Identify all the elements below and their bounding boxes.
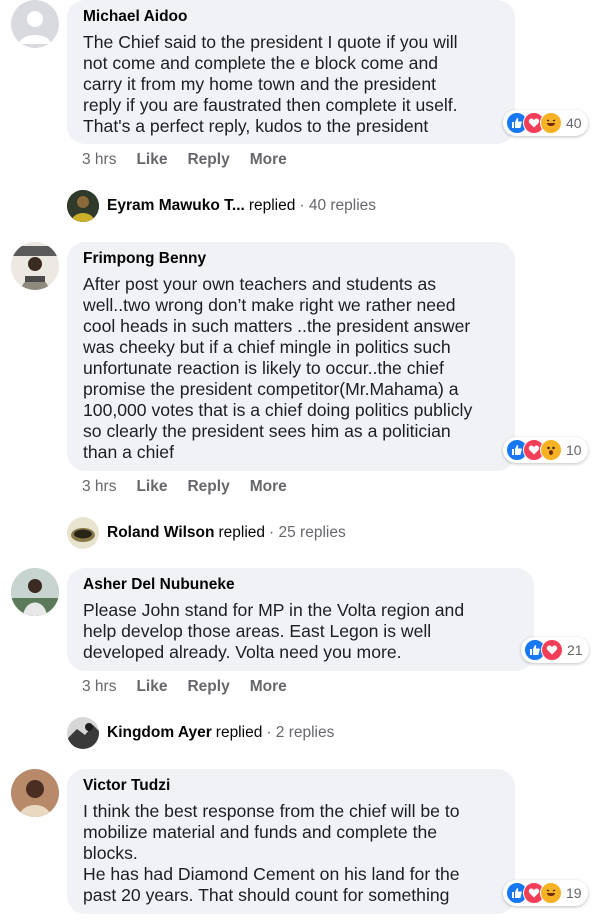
replies-count[interactable]: · 25 replies [269,524,346,542]
like-button[interactable]: Like [136,678,167,696]
comment-bubble: Victor Tudzi I think the best response f… [67,769,515,914]
comment-time[interactable]: 3 hrs [82,478,116,496]
reply-button[interactable]: Reply [187,478,229,496]
replied-label: replied [248,197,296,214]
more-button[interactable]: More [250,678,287,696]
haha-reaction-icon [540,882,562,904]
avatar[interactable] [11,242,59,290]
comment-author[interactable]: Frimpong Benny [83,250,499,268]
like-button[interactable]: Like [136,478,167,496]
comment-text: The Chief said to the president I quote … [83,32,458,136]
wow-reaction-icon [540,439,562,461]
haha-reaction-icon [540,112,562,134]
avatar[interactable] [11,0,59,48]
reaction-summary[interactable]: 21 [521,637,589,663]
comment-author[interactable]: Victor Tudzi [83,777,499,795]
comment-text: Please John stand for MP in the Volta re… [83,600,465,662]
comment-time[interactable]: 3 hrs [82,151,116,169]
avatar [67,717,99,749]
replied-label: replied [218,524,266,541]
more-button[interactable]: More [250,151,287,169]
comment-author[interactable]: Asher Del Nubuneke [83,576,518,594]
reaction-count: 10 [566,442,582,458]
comment-bubble: Frimpong Benny After post your own teach… [67,242,515,471]
replier-name[interactable]: Eyram Mawuko T... [107,197,245,215]
comment-actions: 3 hrs Like Reply More [82,478,307,496]
reaction-count: 19 [566,885,582,901]
avatar [67,517,99,549]
replier-name[interactable]: Kingdom Ayer [107,724,212,742]
view-replies[interactable]: Roland Wilson replied · 25 replies [67,517,346,549]
more-button[interactable]: More [250,478,287,496]
comment-bubble: Asher Del Nubuneke Please John stand for… [67,568,534,671]
comment-actions: 3 hrs Like Reply More [82,678,307,696]
reply-button[interactable]: Reply [187,151,229,169]
view-replies[interactable]: Eyram Mawuko T... replied · 40 replies [67,190,376,222]
reply-button[interactable]: Reply [187,678,229,696]
love-reaction-icon [541,639,563,661]
like-button[interactable]: Like [136,151,167,169]
avatar[interactable] [11,568,59,616]
avatar [67,190,99,222]
reaction-summary[interactable]: 19 [503,880,588,906]
reaction-summary[interactable]: 40 [503,110,588,136]
comment-bubble: Michael Aidoo The Chief said to the pres… [67,0,515,144]
comment-text: I think the best response from the chief… [83,801,460,905]
replies-count[interactable]: · 2 replies [266,724,334,742]
avatar[interactable] [11,769,59,817]
view-replies[interactable]: Kingdom Ayer replied · 2 replies [67,717,334,749]
replier-name[interactable]: Roland Wilson [107,524,215,542]
comment-actions: 3 hrs Like Reply More [82,151,307,169]
comment-author[interactable]: Michael Aidoo [83,8,499,26]
reaction-count: 21 [567,642,583,658]
replies-count[interactable]: · 40 replies [299,197,376,215]
replied-label: replied [215,724,263,741]
reaction-count: 40 [566,115,582,131]
reaction-summary[interactable]: 10 [503,437,588,463]
comment-time[interactable]: 3 hrs [82,678,116,696]
comment-text: After post your own teachers and student… [83,274,473,462]
